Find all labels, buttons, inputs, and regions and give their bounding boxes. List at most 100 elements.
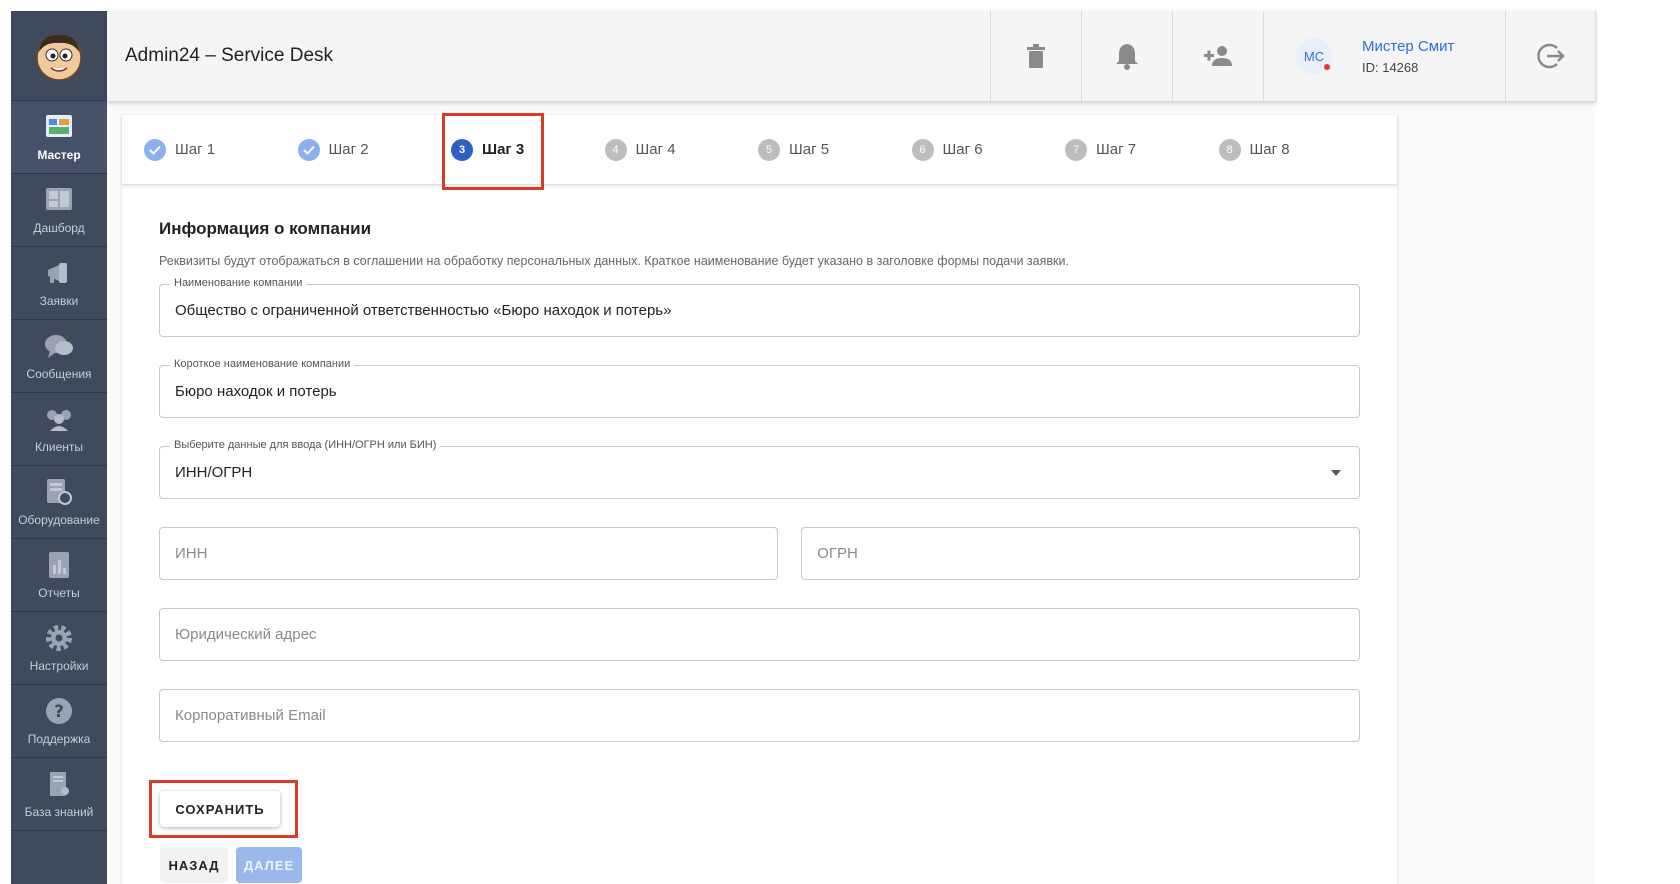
step-label: Шаг 8 [1249,141,1290,158]
avatar-face-icon [36,34,82,81]
sidebar-item-label: Сообщения [26,367,92,381]
form-description: Реквизиты будут отображаться в соглашени… [159,254,1069,268]
back-button[interactable]: НАЗАД [160,847,228,883]
users-icon [44,404,74,434]
step-number: 4 [604,138,627,161]
field-label: Короткое наименование компании [170,358,355,370]
user-info: Мистер Смит ID: 14268 [1362,38,1454,75]
step-2[interactable]: Шаг 2 [297,138,452,161]
equipment-icon [44,477,74,507]
sidebar-item-label: Мастер [37,148,81,162]
field-placeholder: ОГРН [817,545,858,562]
ogrn-input[interactable]: ОГРН [801,527,1360,580]
step-label: Шаг 7 [1096,141,1137,158]
step-4[interactable]: 4 Шаг 4 [604,138,759,161]
step-label: Шаг 4 [635,141,676,158]
field-label: Наименование компании [170,277,307,289]
sidebar-item-tickets[interactable]: Заявки [11,247,107,320]
save-button[interactable]: СОХРАНИТЬ [160,791,280,827]
sidebar-item-label: База знаний [24,805,94,819]
short-name-field[interactable]: Короткое наименование компании Бюро нахо… [159,358,1360,418]
step-3-highlight [442,113,544,190]
sidebar-item-label: Оборудование [18,513,100,527]
sidebar-item-label: Заявки [39,294,79,308]
step-number: 5 [758,138,780,161]
inn-input[interactable]: ИНН [159,527,779,580]
step-number: 8 [1218,138,1241,161]
app-window: Мастер Дашборд Заявки Сообщения Клиенты [11,11,1596,884]
field-label: Выберите данные для ввода (ИНН/ОГРН или … [170,439,441,451]
sidebar-item-support[interactable]: ? Поддержка [11,685,107,758]
legal-address-input[interactable]: Юридический адрес [159,608,1360,661]
chat-icon [44,331,74,361]
logout-icon [1536,43,1565,69]
step-7[interactable]: 7 Шаг 7 [1065,138,1219,161]
wizard-card: Шаг 1 Шаг 2 3 Шаг 3 4 Шаг 4 5 Шаг 5 6 Ша… [122,113,1397,884]
step-label: Шаг 1 [175,141,216,158]
logo [11,11,107,101]
step-8[interactable]: 8 Шаг 8 [1218,138,1373,161]
step-5[interactable]: 5 Шаг 5 [758,138,912,161]
sidebar-item-reports[interactable]: Отчеты [11,539,107,612]
app-title: Admin24 – Service Desk [125,45,334,66]
dashboard-icon [44,185,74,215]
user-profile[interactable]: МС Мистер Смит ID: 14268 [1263,11,1505,101]
avatar: МС [1296,38,1332,74]
notifications-button[interactable] [1081,11,1172,101]
sidebar-item-settings[interactable]: Настройки [11,612,107,685]
add-user-button[interactable] [1172,11,1263,101]
sidebar-item-knowledge-base[interactable]: База знаний [11,758,107,831]
step-1[interactable]: Шаг 1 [144,138,298,161]
inn-ogrn-row: ИНН ОГРН [159,527,1360,580]
step-label: Шаг 2 [328,141,369,158]
wizard-icon [44,112,74,142]
sidebar-item-dashboard[interactable]: Дашборд [11,174,107,247]
company-form: Информация о компании Реквизиты будут от… [122,185,1397,742]
field-value: Общество с ограниченной ответственностью… [175,302,672,319]
field-value: ИНН/ОГРН [175,464,253,481]
svg-text:?: ? [54,702,64,722]
caret-down-icon [1331,470,1341,476]
step-6[interactable]: 6 Шаг 6 [911,138,1066,161]
knowledge-base-icon [44,769,74,799]
sidebar-item-master[interactable]: Мастер [11,101,107,174]
sidebar: Мастер Дашборд Заявки Сообщения Клиенты [11,11,107,884]
add-user-icon [1204,46,1232,66]
bell-icon [1116,44,1138,70]
trash-icon [1027,44,1045,68]
field-value: Бюро находок и потерь [175,383,337,400]
step-label: Шаг 6 [942,141,983,158]
sidebar-item-label: Дашборд [33,221,85,235]
field-placeholder: Корпоративный Email [175,707,326,724]
top-header: Admin24 – Service Desk МС Мистер Смит ID… [107,11,1596,101]
form-title: Информация о компании [159,219,372,238]
sidebar-item-messages[interactable]: Сообщения [11,320,107,393]
company-name-field[interactable]: Наименование компании Общество с огранич… [159,277,1360,337]
step-number: 6 [911,138,934,161]
id-type-select[interactable]: Выберите данные для ввода (ИНН/ОГРН или … [159,439,1360,499]
next-button[interactable]: ДАЛЕЕ [236,847,302,883]
sidebar-item-label: Поддержка [27,732,91,746]
sidebar-item-label: Отчеты [38,586,80,600]
user-id: ID: 14268 [1362,59,1419,75]
logout-button[interactable] [1505,11,1596,101]
step-number: 7 [1065,138,1087,161]
report-icon [44,550,74,580]
avatar-initials: МС [1303,48,1325,64]
field-placeholder: Юридический адрес [175,626,317,643]
corporate-email-input[interactable]: Корпоративный Email [159,689,1360,742]
step-label: Шаг 5 [789,141,830,158]
sidebar-item-label: Настройки [29,659,89,673]
sidebar-item-equipment[interactable]: Оборудование [11,466,107,539]
sidebar-item-label: Клиенты [34,440,84,454]
stepper: Шаг 1 Шаг 2 3 Шаг 3 4 Шаг 4 5 Шаг 5 6 Ша… [122,113,1397,190]
check-icon [144,138,166,161]
sidebar-item-clients[interactable]: Клиенты [11,393,107,466]
help-icon: ? [44,696,74,726]
check-icon [297,138,320,161]
status-dot [1324,64,1330,70]
trash-button[interactable] [990,11,1081,101]
megaphone-icon [44,258,74,288]
gear-icon [44,623,74,653]
field-placeholder: ИНН [175,545,208,562]
